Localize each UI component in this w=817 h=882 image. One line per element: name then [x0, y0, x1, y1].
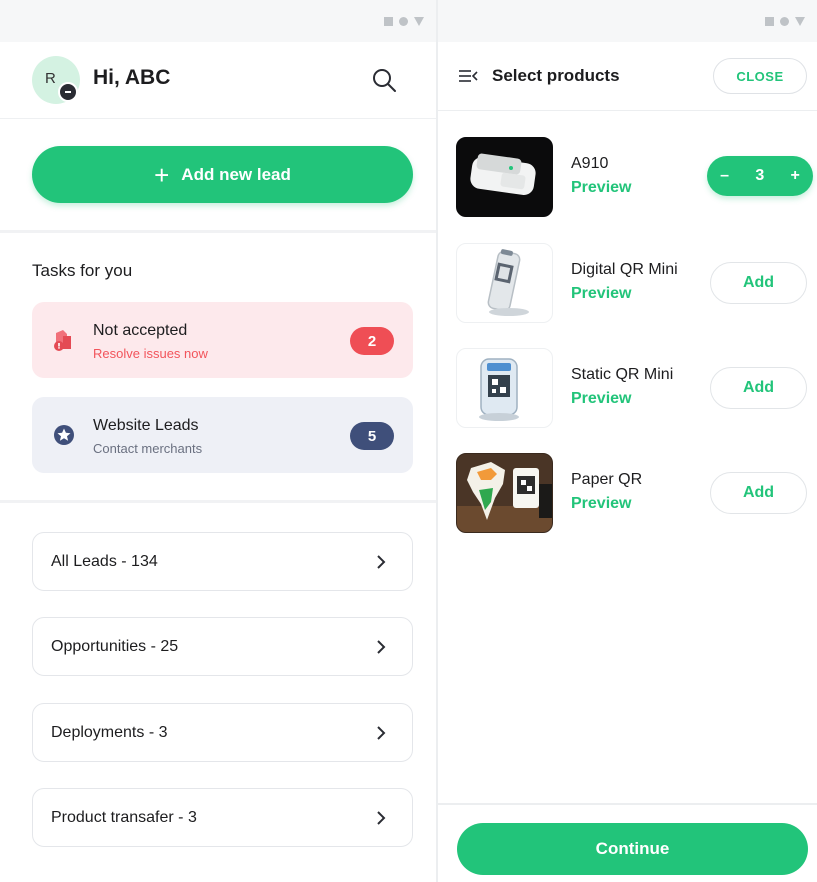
status-bar	[0, 0, 436, 42]
qr-stand-icon	[479, 358, 519, 421]
footer-divider	[438, 803, 817, 805]
home-screen: R Hi, ABC + Add new lead Tasks for you N…	[0, 0, 436, 882]
qr-device-icon	[487, 249, 529, 316]
status-icons	[765, 17, 805, 26]
avatar[interactable]: R	[32, 56, 80, 104]
add-button[interactable]: Add	[710, 367, 807, 409]
plus-icon: +	[154, 159, 170, 190]
product-image-static-qr-mini	[456, 348, 553, 428]
nav-deployments[interactable]: Deployments - 3	[32, 703, 413, 762]
nav-all-leads[interactable]: All Leads - 134	[32, 532, 413, 591]
nav-label: Opportunities - 25	[51, 638, 179, 655]
status-icons	[384, 17, 424, 26]
wifi-icon	[795, 17, 805, 26]
task-subtitle: Contact merchants	[93, 441, 203, 456]
list-filter-icon	[459, 70, 478, 82]
chevron-right-icon	[377, 811, 386, 825]
nav-label: Product transafer - 3	[51, 809, 197, 826]
product-name: Static QR Mini	[571, 366, 674, 383]
product-image-a910	[456, 137, 553, 217]
preview-link[interactable]: Preview	[571, 390, 631, 408]
add-button[interactable]: Add	[710, 262, 807, 304]
quantity-stepper: – 3 +	[707, 156, 813, 196]
chevron-right-icon	[377, 555, 386, 569]
increment-button[interactable]: +	[791, 167, 800, 185]
task-title: Website Leads	[93, 417, 199, 434]
quantity-value: 3	[755, 167, 765, 184]
select-products-header: Select products CLOSE	[438, 42, 817, 111]
signal-icon	[765, 17, 774, 26]
add-button[interactable]: Add	[710, 472, 807, 514]
home-header: R Hi, ABC	[0, 42, 436, 119]
task-website-leads[interactable]: Website Leads Contact merchants 5	[32, 397, 413, 473]
section-divider	[0, 500, 436, 503]
pos-device-icon	[470, 153, 536, 196]
avatar-status-icon	[58, 82, 78, 102]
greeting-title: Hi, ABC	[93, 66, 171, 89]
preview-link[interactable]: Preview	[571, 179, 631, 197]
signal-icon	[384, 17, 393, 26]
wifi-icon	[414, 17, 424, 26]
status-bar	[438, 0, 817, 42]
chevron-right-icon	[377, 726, 386, 740]
nav-label: Deployments - 3	[51, 724, 168, 741]
decrement-button[interactable]: –	[720, 167, 729, 185]
count-badge: 2	[350, 327, 394, 355]
product-image-paper-qr	[456, 453, 553, 533]
nav-opportunities[interactable]: Opportunities - 25	[32, 617, 413, 676]
record-icon	[399, 17, 408, 26]
star-badge-icon	[54, 425, 74, 445]
chevron-right-icon	[377, 640, 386, 654]
preview-link[interactable]: Preview	[571, 495, 631, 513]
task-subtitle: Resolve issues now	[93, 346, 208, 361]
sheet-title: Select products	[492, 66, 620, 85]
add-new-lead-button[interactable]: + Add new lead	[32, 146, 413, 203]
product-name: A910	[571, 155, 609, 172]
product-row: Static QR Mini Preview Add	[438, 348, 817, 432]
count-badge: 5	[350, 422, 394, 450]
tasks-heading: Tasks for you	[32, 261, 133, 280]
product-name: Digital QR Mini	[571, 261, 678, 278]
section-divider	[0, 230, 436, 233]
continue-button[interactable]: Continue	[457, 823, 808, 875]
close-button[interactable]: CLOSE	[713, 58, 807, 94]
record-icon	[780, 17, 789, 26]
avatar-initial: R	[45, 70, 56, 87]
product-row: Paper QR Preview Add	[438, 453, 817, 537]
warning-document-icon	[54, 330, 71, 351]
task-title: Not accepted	[93, 322, 188, 339]
nav-label: All Leads - 134	[51, 553, 158, 570]
task-not-accepted[interactable]: Not accepted Resolve issues now 2	[32, 302, 413, 378]
select-products-sheet: Select products CLOSE A910 Preview – 3 +	[438, 0, 817, 882]
product-image-digital-qr-mini	[456, 243, 553, 323]
nav-product-transfer[interactable]: Product transafer - 3	[32, 788, 413, 847]
search-icon[interactable]	[370, 66, 398, 94]
product-row: A910 Preview – 3 +	[438, 137, 817, 221]
product-row: Digital QR Mini Preview Add	[438, 243, 817, 327]
paper-qr-standee-icon	[457, 454, 552, 532]
product-name: Paper QR	[571, 471, 643, 488]
add-new-lead-label: Add new lead	[181, 164, 291, 184]
preview-link[interactable]: Preview	[571, 285, 631, 303]
